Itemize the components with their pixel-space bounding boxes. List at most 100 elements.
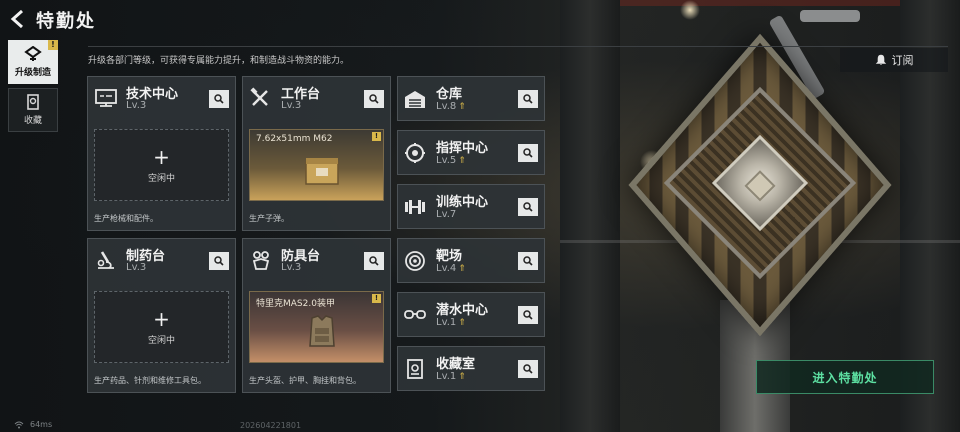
upgrade-arrow-icon: ⇑ (458, 318, 466, 328)
warehouse-icon (405, 91, 425, 108)
tab-upgrade-craft[interactable]: 升级制造 ! (8, 40, 58, 84)
card-workbench[interactable]: 工作台 Lv.3 7.62x51mm M62 ! 生产子弹。 (242, 76, 391, 231)
card-collection-room[interactable]: 收藏室 Lv.1 ⇑ (397, 346, 545, 391)
card-title: 仓库 (436, 87, 463, 102)
inspect-button[interactable] (209, 90, 229, 108)
inspect-button[interactable] (364, 252, 384, 270)
back-button[interactable] (8, 8, 30, 30)
notice-badge: ! (48, 40, 58, 50)
card-level: Lv.3 (126, 100, 147, 111)
search-icon (523, 94, 533, 104)
upgrade-arrow-icon: ⇑ (458, 102, 466, 112)
upgrade-arrow-icon: ⇑ (458, 372, 466, 382)
card-title: 训练中心 (436, 195, 489, 210)
microscope-icon (97, 251, 114, 269)
search-icon (523, 364, 533, 374)
back-arrow-icon (10, 9, 23, 29)
card-level: Lv.3 (281, 262, 302, 273)
armor-icon (252, 251, 270, 270)
body-armor-icon (309, 315, 335, 347)
search-icon (523, 202, 533, 212)
card-training-center[interactable]: 训练中心 Lv.7 (397, 184, 545, 229)
search-icon (523, 256, 533, 266)
card-title: 潜水中心 (436, 303, 489, 318)
card-level: Lv.7 (436, 209, 457, 220)
inspect-button[interactable] (518, 360, 538, 378)
notice-badge: ! (372, 294, 381, 303)
card-pharmacy[interactable]: 制药台 Lv.3 + 空闲中 生产药品、针剂和维修工具包。 (87, 238, 236, 393)
card-description: 生产枪械和配件。 (94, 214, 158, 223)
card-level: Lv.3 (281, 100, 302, 111)
production-slot[interactable]: + 空闲中 (94, 129, 229, 201)
build-number: 202604221801 (240, 421, 302, 430)
upgrade-arrow-icon: ⇑ (458, 264, 466, 274)
status-footer: 64ms (14, 420, 52, 429)
search-icon (214, 256, 224, 266)
inspect-button[interactable] (518, 144, 538, 162)
search-icon (369, 94, 379, 104)
inspect-button[interactable] (364, 90, 384, 108)
slot-status: 空闲中 (147, 173, 175, 184)
card-level: Lv.1 ⇑ (436, 317, 466, 328)
card-armor-bench[interactable]: 防具台 Lv.3 特里克MAS2.0装甲 ! 生产头盔、护甲、胸挂和背包。 (242, 238, 391, 393)
inspect-button[interactable] (518, 252, 538, 270)
divider (88, 46, 948, 47)
card-level: Lv.5 ⇑ (436, 155, 466, 166)
upgrade-craft-icon (24, 46, 42, 61)
command-center-icon (405, 143, 425, 163)
product-name: 7.62x51mm M62 (256, 134, 333, 144)
hammer-wrench-icon (250, 87, 268, 106)
wifi-icon (14, 421, 24, 428)
card-level: Lv.8 ⇑ (436, 101, 466, 112)
card-description: 生产药品、针剂和维修工具包。 (94, 376, 206, 385)
special-ops-cube (620, 33, 900, 337)
card-title: 指挥中心 (436, 141, 489, 156)
production-slot[interactable]: 特里克MAS2.0装甲 ! (249, 291, 384, 363)
notice-badge: ! (372, 132, 381, 141)
diving-mask-icon (404, 310, 426, 319)
card-level: Lv.4 ⇑ (436, 263, 466, 274)
product-name: 特里克MAS2.0装甲 (256, 299, 335, 309)
tab-collection-label: 收藏 (23, 116, 42, 126)
plus-icon: + (153, 306, 170, 331)
card-description: 生产子弹。 (249, 214, 289, 223)
inspect-button[interactable] (518, 90, 538, 108)
card-shooting-range[interactable]: 靶场 Lv.4 ⇑ (397, 238, 545, 283)
top-bar: 特勤处 (0, 0, 960, 38)
enter-special-ops-button[interactable]: 进入特勤处 (756, 360, 934, 394)
tech-center-icon (95, 89, 117, 107)
ping-value: 64ms (30, 420, 53, 429)
plus-icon: + (153, 144, 170, 169)
inspect-button[interactable] (518, 198, 538, 216)
subscribe-label: 订阅 (891, 54, 914, 67)
inspect-button[interactable] (518, 306, 538, 324)
card-level: Lv.3 (126, 262, 147, 273)
production-slot[interactable]: 7.62x51mm M62 ! (249, 129, 384, 201)
card-command-center[interactable]: 指挥中心 Lv.5 ⇑ (397, 130, 545, 175)
tab-collection[interactable]: 收藏 (8, 88, 58, 132)
page-title: 特勤处 (36, 11, 96, 32)
production-slot[interactable]: + 空闲中 (94, 291, 229, 363)
card-warehouse[interactable]: 仓库 Lv.8 ⇑ (397, 76, 545, 121)
card-description: 生产头盔、护甲、胸挂和背包。 (249, 376, 361, 385)
card-level: Lv.1 ⇑ (436, 371, 466, 382)
bell-icon (875, 54, 886, 65)
intro-text: 升级各部门等级，可获得专属能力提升，和制造战斗物资的能力。 (88, 56, 350, 66)
inspect-button[interactable] (209, 252, 229, 270)
subscribe-button[interactable]: 订阅 (840, 48, 948, 72)
target-icon (405, 251, 425, 271)
card-title: 靶场 (436, 249, 463, 264)
card-diving-center[interactable]: 潜水中心 Lv.1 ⇑ (397, 292, 545, 337)
collection-icon (27, 94, 39, 110)
upgrade-arrow-icon: ⇑ (458, 156, 466, 166)
ammo-box-icon (305, 158, 339, 185)
tab-upgrade-craft-label: 升级制造 (14, 68, 51, 78)
search-icon (214, 94, 224, 104)
dumbbell-icon (405, 200, 425, 214)
collection-room-icon (407, 359, 423, 379)
search-icon (523, 310, 533, 320)
card-tech-center[interactable]: 技术中心 Lv.3 + 空闲中 生产枪械和配件。 (87, 76, 236, 231)
slot-status: 空闲中 (147, 335, 175, 346)
search-icon (369, 256, 379, 266)
search-icon (523, 148, 533, 158)
